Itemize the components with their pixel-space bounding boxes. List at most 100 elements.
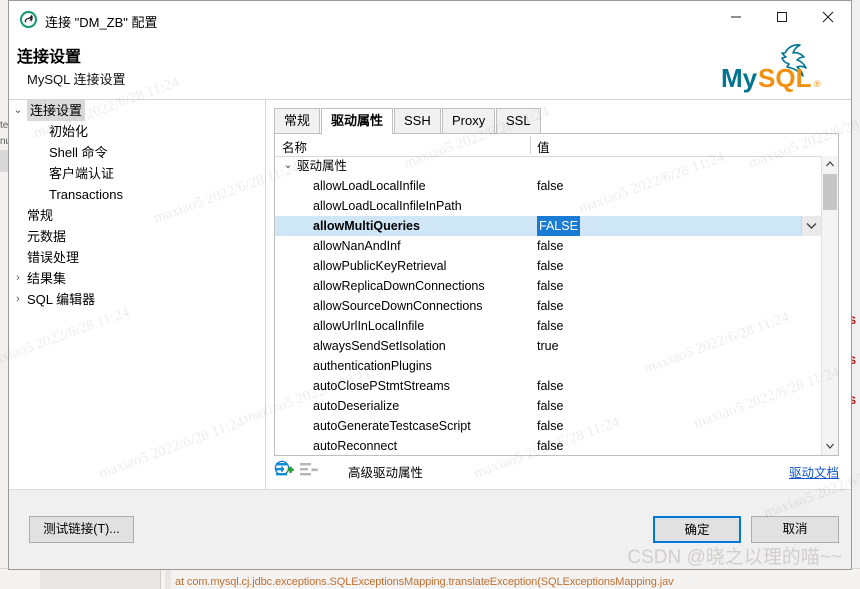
tree-item-label: 元数据 — [27, 229, 67, 244]
property-name: alwaysSendSetIsolation — [313, 339, 446, 353]
tree-item-2[interactable]: Shell 命令 — [9, 142, 265, 163]
property-name: authenticationPlugins — [313, 359, 432, 373]
dolphin-icon — [19, 10, 38, 29]
property-value[interactable]: false — [537, 396, 563, 416]
tab-驱动属性[interactable]: 驱动属性 — [321, 108, 394, 134]
table-row[interactable]: allowNanAndInf false — [275, 236, 822, 256]
tree-item-5[interactable]: 常规 — [9, 205, 265, 226]
property-name: allowMultiQueries — [313, 219, 420, 233]
tab-bar: 常规 驱动属性 SSH Proxy SSL — [274, 108, 851, 134]
page-subtitle: MySQL 连接设置 — [27, 72, 126, 87]
scrollbar-thumb[interactable] — [823, 174, 837, 210]
test-connection-button[interactable]: 测试链接(T)... — [29, 516, 134, 543]
background-status-segment-2 — [165, 570, 171, 589]
value-dropdown-chevron-icon[interactable] — [801, 216, 822, 236]
table-row[interactable]: autoGenerateTestcaseScript false — [275, 416, 822, 436]
property-value[interactable]: false — [537, 236, 563, 256]
page-title: 连接设置 — [17, 49, 82, 66]
minimize-icon[interactable] — [713, 1, 759, 32]
ok-button[interactable]: 确定 — [653, 516, 741, 543]
cancel-button[interactable]: 取消 — [751, 516, 839, 543]
tree-item-label: 结果集 — [27, 271, 67, 286]
property-value[interactable]: false — [537, 376, 563, 396]
tree-item-6[interactable]: 元数据 — [9, 226, 265, 247]
property-value[interactable]: false — [537, 296, 563, 316]
driver-doc-link[interactable]: 驱动文档 — [789, 462, 839, 481]
property-value[interactable]: true — [537, 336, 559, 356]
mysql-logo: My SQL ® — [713, 33, 833, 97]
tree-item-label: 错误处理 — [27, 250, 80, 265]
table-row[interactable]: alwaysSendSetIsolation true — [275, 336, 822, 356]
table-scrollbar[interactable] — [821, 156, 838, 455]
tree-item-label: 常规 — [27, 208, 54, 223]
scroll-down-icon[interactable] — [822, 438, 838, 455]
maximize-icon[interactable] — [759, 1, 805, 32]
dialog-body: ⌄ 连接设置初始化 Shell 命令 客户端认证 Transactions 常规元数据错误… — [9, 100, 851, 492]
property-value[interactable]: false — [537, 416, 563, 436]
property-name: autoClosePStmtStreams — [313, 379, 450, 393]
close-icon[interactable] — [805, 1, 851, 32]
table-row[interactable]: allowLoadLocalInfileInPath — [275, 196, 822, 216]
property-value[interactable]: false — [537, 276, 563, 296]
table-row[interactable]: allowLoadLocalInfile false — [275, 176, 822, 196]
tab-SSH[interactable]: SSH — [394, 108, 441, 133]
connection-settings-dialog: 连接 "DM_ZB" 配置 连接设置 MySQL 连接设置 My SQL ® ⌄… — [8, 0, 852, 570]
remove-property-icon[interactable] — [300, 462, 318, 478]
property-name: autoDeserialize — [313, 399, 400, 413]
table-row[interactable]: autoReconnect false — [275, 436, 822, 455]
table-row[interactable]: autoClosePStmtStreams false — [275, 376, 822, 396]
tab-SSL[interactable]: SSL — [496, 108, 541, 133]
dialog-footer: 测试链接(T)... 确定 取消 — [9, 489, 851, 569]
tree-item-3[interactable]: 客户端认证 — [9, 163, 265, 184]
column-divider — [530, 136, 531, 154]
chevron-down-icon[interactable]: ⌄ — [11, 100, 25, 121]
table-row[interactable]: autoDeserialize false — [275, 396, 822, 416]
property-name: allowLoadLocalInfileInPath — [313, 199, 462, 213]
table-row[interactable]: authenticationPlugins — [275, 356, 822, 376]
chevron-down-icon[interactable]: ⌄ — [282, 156, 294, 176]
property-value[interactable]: false — [537, 256, 563, 276]
table-row[interactable]: allowSourceDownConnections false — [275, 296, 822, 316]
svg-text:SQL: SQL — [758, 63, 812, 93]
table-row[interactable]: ⌄ 驱动属性 — [275, 156, 822, 176]
property-value[interactable]: false — [537, 316, 563, 336]
tab-常规[interactable]: 常规 — [274, 108, 321, 133]
background-status-segment-1 — [40, 570, 161, 589]
property-name: allowSourceDownConnections — [313, 299, 483, 313]
tree-item-0[interactable]: ⌄ 连接设置 — [9, 100, 265, 121]
tree-item-8[interactable]: › 结果集 — [9, 268, 265, 289]
tree-item-label: SQL 编辑器 — [27, 292, 96, 307]
chevron-right-icon[interactable]: › — [11, 289, 25, 310]
property-name: allowReplicaDownConnections — [313, 279, 485, 293]
property-name: 驱动属性 — [297, 159, 348, 173]
property-value[interactable]: false — [537, 176, 563, 196]
property-name: allowLoadLocalInfile — [313, 179, 426, 193]
table-row[interactable]: allowUrlInLocalInfile false — [275, 316, 822, 336]
tree-item-label: Transactions — [49, 187, 123, 202]
properties-toolbar: 高级驱动属性 驱动文档 — [274, 460, 839, 482]
tree-item-7[interactable]: 错误处理 — [9, 247, 265, 268]
tree-item-9[interactable]: › SQL 编辑器 — [9, 289, 265, 310]
driver-properties-table: 名称 值 ⌄ 驱动属性 allowLoadLocalInfile false allow… — [274, 134, 839, 456]
table-header: 名称 值 — [275, 134, 838, 157]
svg-text:®: ® — [814, 79, 821, 89]
table-row[interactable]: allowReplicaDownConnections false — [275, 276, 822, 296]
advanced-driver-properties-label: 高级驱动属性 — [348, 466, 424, 480]
column-header-name: 名称 — [282, 141, 308, 155]
table-row[interactable]: allowPublicKeyRetrieval false — [275, 256, 822, 276]
add-property-icon[interactable] — [276, 462, 294, 478]
tab-Proxy[interactable]: Proxy — [442, 108, 496, 133]
tree-item-4[interactable]: Transactions — [9, 184, 265, 205]
dialog-header: 连接设置 MySQL 连接设置 My SQL ® — [9, 41, 851, 100]
table-rows: ⌄ 驱动属性 allowLoadLocalInfile false allowLoadL… — [275, 156, 822, 455]
property-name: autoGenerateTestcaseScript — [313, 419, 471, 433]
table-row[interactable]: allowMultiQueries FALSE — [275, 216, 822, 236]
property-value[interactable]: false — [537, 436, 563, 455]
column-header-value: 值 — [537, 141, 550, 155]
tree-item-label: 初始化 — [49, 124, 89, 139]
scroll-up-icon[interactable] — [822, 156, 838, 173]
tree-item-1[interactable]: 初始化 — [9, 121, 265, 142]
settings-tree: ⌄ 连接设置初始化 Shell 命令 客户端认证 Transactions 常规元数据错误… — [9, 100, 266, 492]
chevron-right-icon[interactable]: › — [11, 268, 25, 289]
property-value[interactable]: FALSE — [537, 216, 580, 236]
